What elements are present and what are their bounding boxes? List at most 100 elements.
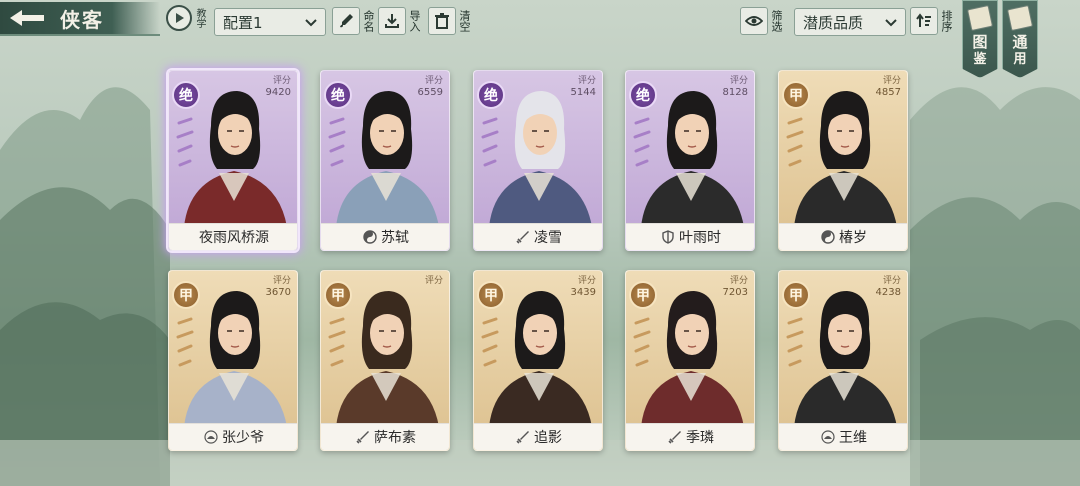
rename-button[interactable]: 命名 [332,6,375,36]
brush-stroke-marks [786,317,804,367]
lotus-icon [821,430,835,444]
hero-card[interactable]: 甲 评分 3670 张少爷 [168,270,298,451]
score-label: 评分 [424,276,443,286]
score-box: 评分 [425,276,443,287]
score-label: 评分 [424,76,443,86]
hero-name-bar: 张少爷 [169,423,297,450]
gallery-tab[interactable]: 图 鉴 [962,0,998,78]
score-value: 4857 [875,87,901,98]
hero-name-bar: 夜雨风桥源 [169,223,297,250]
brush-stroke-marks [633,117,651,167]
score-value: 7203 [722,287,748,298]
sword-icon [668,430,682,444]
import-label: 导入 [408,10,421,32]
hero-name-bar: 椿岁 [779,223,907,250]
scroll-book-icon [1006,4,1034,32]
score-value: 8128 [722,87,748,98]
score-box: 评分 5144 [571,76,596,98]
hero-card[interactable]: 绝 评分 6559 苏轼 [320,70,450,251]
import-icon [378,7,406,35]
rarity-badge: 甲 [782,281,810,309]
sword-icon [356,430,370,444]
config-dropdown[interactable]: 配置1 [214,8,326,36]
play-icon [166,5,192,31]
hero-card[interactable]: 甲 评分 4857 椿岁 [778,70,908,251]
back-arrow-icon [4,3,50,33]
general-tab[interactable]: 通 用 [1002,0,1038,78]
hero-name: 凌雪 [534,230,562,246]
rarity-badge: 绝 [172,81,200,109]
score-value: 6559 [417,87,443,98]
hero-card[interactable]: 绝 评分 5144 凌雪 [473,70,603,251]
hero-name: 椿岁 [839,230,867,246]
hero-name: 王维 [839,430,867,446]
brush-stroke-marks [328,317,346,367]
hero-name: 季璘 [686,430,714,446]
hero-card[interactable]: 绝 评分 9420 夜雨风桥源 [168,70,298,251]
hero-name-bar: 王维 [779,423,907,450]
score-box: 评分 3439 [571,276,596,298]
hero-name: 张少爷 [222,430,264,446]
hero-card[interactable]: 甲 评分 3439 追影 [473,270,603,451]
score-box: 评分 6559 [418,76,443,98]
gallery-tab-char-2: 鉴 [973,52,987,67]
page-title: 侠客 [60,7,104,32]
score-label: 评分 [882,276,901,286]
sword-icon [516,430,530,444]
hero-card[interactable]: 甲 评分萨布素 [320,270,450,451]
rarity-badge: 绝 [629,81,657,109]
clear-button[interactable]: 清空 [428,6,471,36]
hero-name: 夜雨风桥源 [199,230,269,246]
rarity-badge: 甲 [324,281,352,309]
score-box: 评分 4238 [876,276,901,298]
sword-icon [516,230,530,244]
brush-stroke-marks [176,117,194,167]
hero-card[interactable]: 甲 评分 7203 季璘 [625,270,755,451]
score-label: 评分 [729,276,748,286]
score-box: 评分 4857 [876,76,901,98]
lotus-icon [204,430,218,444]
quality-value: 潜质品质 [803,13,864,32]
hero-name: 苏轼 [381,230,409,246]
hero-name: 叶雨时 [679,230,721,246]
rarity-badge: 甲 [782,81,810,109]
general-tab-label: 通 用 [1012,33,1027,69]
score-box: 评分 3670 [266,276,291,298]
filter-button[interactable]: 筛选 [740,6,783,36]
score-label: 评分 [272,276,291,286]
gallery-tab-char-1: 图 [972,33,988,51]
score-label: 评分 [882,76,901,86]
chevron-down-icon [885,13,897,31]
brush-stroke-marks [481,117,499,167]
chevron-down-icon [305,13,317,31]
yin-yang-icon [363,230,377,244]
score-box: 评分 7203 [723,276,748,298]
trash-icon [428,7,456,35]
yin-yang-icon [821,230,835,244]
score-value: 5144 [570,87,596,98]
hero-card[interactable]: 绝 评分 8128 叶雨时 [625,70,755,251]
score-value: 4238 [875,287,901,298]
config-value: 配置1 [223,13,263,32]
hero-name-bar: 季璘 [626,423,754,450]
brush-stroke-marks [786,117,804,167]
brush-icon [332,7,360,35]
hero-name-bar: 叶雨时 [626,223,754,250]
brush-stroke-marks [633,317,651,367]
tutorial-label: 教学 [194,8,205,28]
rarity-badge: 绝 [477,81,505,109]
shield-icon [661,230,675,244]
sort-label: 排序 [940,10,953,32]
rarity-badge: 甲 [172,281,200,309]
score-value: 3439 [570,287,596,298]
clear-label: 清空 [458,10,471,32]
quality-dropdown[interactable]: 潜质品质 [794,8,906,36]
hero-card-grid: 绝评分 9420 夜雨风桥源 绝评分 6559 苏轼 绝评分 5144 凌雪 绝评分 8128… [168,70,913,455]
tutorial-button[interactable]: 教学 [166,2,210,34]
score-label: 评分 [577,76,596,86]
sort-button[interactable]: 排序 [910,6,953,36]
back-button[interactable]: 侠客 [0,2,160,36]
hero-card[interactable]: 甲 评分 4238 王维 [778,270,908,451]
hero-name-bar: 萨布素 [321,423,449,450]
import-button[interactable]: 导入 [378,6,421,36]
